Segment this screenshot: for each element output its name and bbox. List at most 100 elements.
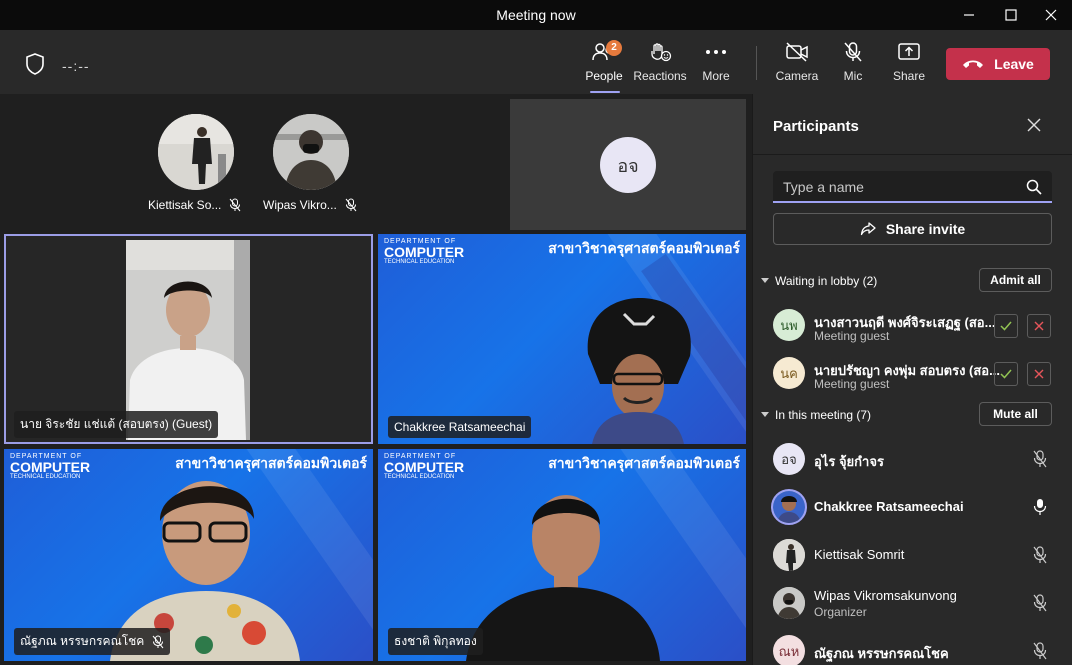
mic-off-icon bbox=[1033, 450, 1047, 468]
mic-button[interactable]: Mic bbox=[825, 38, 881, 88]
avatar: นพ bbox=[773, 309, 805, 341]
lobby-role: Meeting guest bbox=[814, 377, 890, 391]
share-invite-button[interactable]: Share invite bbox=[773, 213, 1052, 245]
tile-name-label: Chakkree Ratsameechai bbox=[388, 416, 532, 438]
chevron-down-icon bbox=[761, 412, 769, 417]
mic-icon bbox=[1033, 499, 1047, 515]
lobby-item: นค นายปรัชญา คงพุ่ม สอบตรง (สอ... Meetin… bbox=[753, 350, 1072, 396]
tile-name-label: ธงชาติ พิกุลทอง bbox=[388, 628, 483, 655]
meeting-info-button[interactable] bbox=[24, 52, 46, 81]
check-icon bbox=[1000, 321, 1012, 331]
avatar-name-kiettisak: Kiettisak So... bbox=[148, 198, 241, 212]
leave-button[interactable]: Leave bbox=[946, 48, 1050, 80]
participant-name: Wipas Vikromsakunvong bbox=[814, 588, 957, 603]
participant-avatar-kiettisak[interactable] bbox=[158, 114, 234, 190]
avatar bbox=[771, 489, 807, 525]
participant-tile-initials[interactable]: อจ bbox=[510, 99, 746, 230]
participant-search bbox=[773, 171, 1052, 203]
video-tile-chakkree[interactable]: DEPARTMENT OF COMPUTER TECHNICAL EDUCATI… bbox=[378, 234, 746, 444]
people-count-badge: 2 bbox=[606, 40, 622, 56]
reactions-icon bbox=[651, 43, 672, 62]
close-window-button[interactable] bbox=[1028, 0, 1072, 30]
avatar: ณห bbox=[773, 635, 805, 665]
participant-item[interactable]: Kiettisak Somrit bbox=[753, 532, 1072, 578]
participants-panel: Participants Share invite Waiting in lob… bbox=[752, 94, 1072, 665]
mic-off-icon bbox=[1033, 642, 1047, 660]
admit-all-button[interactable]: Admit all bbox=[979, 268, 1052, 292]
mic-off-icon bbox=[152, 635, 164, 648]
avatar-name-text: Kiettisak So... bbox=[148, 198, 222, 212]
more-button[interactable]: More bbox=[688, 38, 744, 88]
lobby-section-toggle[interactable]: Waiting in lobby (2) bbox=[761, 274, 877, 288]
close-icon bbox=[1034, 321, 1044, 331]
camera-button[interactable]: Camera bbox=[769, 38, 825, 88]
participant-item[interactable]: Chakkree Ratsameechai bbox=[753, 484, 1072, 530]
person-photo bbox=[158, 114, 234, 190]
search-input[interactable] bbox=[783, 177, 1013, 197]
lobby-role: Meeting guest bbox=[814, 329, 890, 343]
slide-dept-logo: DEPARTMENT OF COMPUTER TECHNICAL EDUCATI… bbox=[384, 453, 464, 480]
tile-name-label: นาย จิระชัย แช่แต้ (สอบตรง) (Guest) bbox=[14, 411, 219, 438]
camera-off-icon bbox=[786, 42, 808, 62]
slide-dept-line2: COMPUTER bbox=[384, 244, 465, 260]
close-panel-button[interactable] bbox=[1027, 118, 1041, 137]
avatar: อจ bbox=[773, 443, 805, 475]
video-tile-nattapon[interactable]: DEPARTMENT OF COMPUTER TECHNICAL EDUCATI… bbox=[4, 449, 373, 661]
participant-avatar-wipas[interactable] bbox=[273, 114, 349, 190]
deny-button[interactable] bbox=[1027, 362, 1051, 386]
tile-name-text: ณัฐภณ หรรษกรคณโชค bbox=[20, 634, 145, 648]
video-feed bbox=[466, 495, 660, 661]
meeting-timer: --:-- bbox=[62, 58, 90, 74]
admit-button[interactable] bbox=[994, 362, 1018, 386]
participant-name: อุไร จุ้ยกำจร bbox=[814, 454, 884, 469]
tile-name-label: ณัฐภณ หรรษกรคณโชค bbox=[14, 628, 171, 655]
person-photo bbox=[273, 114, 349, 190]
tile-name-text: Chakkree Ratsameechai bbox=[394, 420, 526, 434]
video-tile-thongchat[interactable]: DEPARTMENT OF COMPUTER TECHNICAL EDUCATI… bbox=[378, 449, 746, 661]
more-label: More bbox=[702, 69, 730, 83]
lobby-item: นพ นางสาวนฤดี พงศ์จิระเสฏฐ (สอ... Meetin… bbox=[753, 302, 1072, 348]
mic-off-icon bbox=[229, 198, 241, 212]
panel-title: Participants bbox=[773, 118, 859, 135]
camera-label: Camera bbox=[775, 69, 819, 83]
participant-name: Kiettisak Somrit bbox=[814, 547, 905, 562]
share-button[interactable]: Share bbox=[881, 38, 937, 88]
share-invite-label: Share invite bbox=[885, 221, 966, 237]
reactions-label: Reactions bbox=[633, 69, 687, 83]
avatar-name-wipas: Wipas Vikro... bbox=[263, 198, 357, 212]
slide-dept-line3: TECHNICAL EDUCATION bbox=[384, 259, 455, 265]
minimize-button[interactable] bbox=[946, 0, 992, 30]
initials-avatar: อจ bbox=[600, 137, 656, 193]
meeting-section-toggle[interactable]: In this meeting (7) bbox=[761, 408, 871, 422]
people-label: People bbox=[585, 69, 623, 83]
deny-button[interactable] bbox=[1027, 314, 1051, 338]
toolbar-divider bbox=[756, 46, 757, 80]
close-icon bbox=[1045, 9, 1057, 21]
tile-name-text: นาย จิระชัย แช่แต้ (สอบตรง) (Guest) bbox=[20, 417, 213, 431]
mic-off-icon bbox=[844, 42, 862, 62]
video-stage: Kiettisak So... Wipas Vikro... อจ นาย จิ… bbox=[0, 94, 751, 665]
check-icon bbox=[1000, 369, 1012, 379]
avatar: นค bbox=[773, 357, 805, 389]
video-feed bbox=[587, 298, 691, 444]
people-button[interactable]: 2 People bbox=[576, 38, 632, 93]
participant-item[interactable]: อจ อุไร จุ้ยกำจร bbox=[753, 436, 1072, 482]
share-label: Share bbox=[892, 69, 926, 83]
hang-up-icon bbox=[963, 60, 984, 68]
slide-dept-line2: COMPUTER bbox=[10, 459, 91, 475]
participant-item[interactable]: ณห ณัฐภณ หรรษกรคณโชค bbox=[753, 628, 1072, 665]
leave-label: Leave bbox=[994, 56, 1034, 72]
mic-off-icon bbox=[1033, 594, 1047, 612]
reactions-button[interactable]: Reactions bbox=[632, 38, 688, 88]
mute-all-button[interactable]: Mute all bbox=[979, 402, 1052, 426]
search-icon bbox=[1026, 179, 1042, 195]
admit-button[interactable] bbox=[994, 314, 1018, 338]
minimize-icon bbox=[964, 14, 974, 16]
slide-dept-line2: COMPUTER bbox=[384, 459, 465, 475]
video-tile-guest[interactable]: นาย จิระชัย แช่แต้ (สอบตรง) (Guest) bbox=[4, 234, 373, 444]
slide-dept-line3: TECHNICAL EDUCATION bbox=[10, 474, 81, 480]
meeting-header: In this meeting (7) bbox=[775, 408, 872, 422]
participant-item[interactable]: Wipas Vikromsakunvong Organizer bbox=[753, 580, 1072, 626]
slide-dept-line3: TECHNICAL EDUCATION bbox=[384, 474, 455, 480]
mic-off-icon bbox=[1033, 546, 1047, 564]
